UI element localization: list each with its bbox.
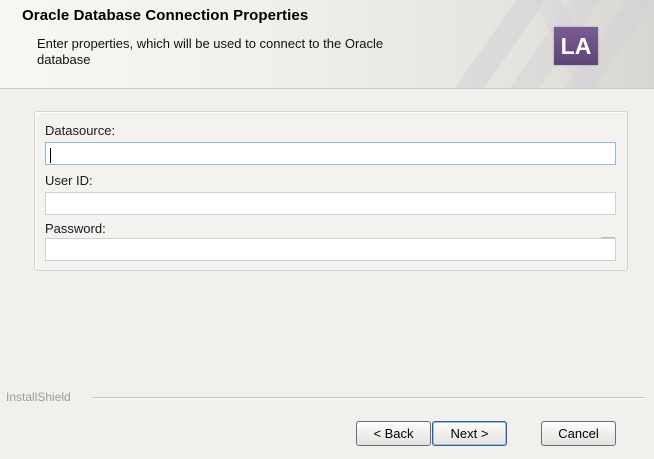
password-input[interactable] <box>45 238 616 261</box>
installshield-brand: InstallShield <box>6 390 71 404</box>
page-title: Oracle Database Connection Properties <box>22 7 309 24</box>
footer-divider <box>93 397 645 399</box>
datasource-input[interactable] <box>45 142 616 165</box>
dialog-header: Oracle Database Connection Properties En… <box>0 0 654 89</box>
cancel-button[interactable]: Cancel <box>541 421 616 446</box>
header-decoration <box>444 0 654 88</box>
text-cursor <box>50 148 51 163</box>
next-button[interactable]: Next > <box>432 421 507 446</box>
product-logo: LA <box>554 27 598 65</box>
user-id-label: User ID: <box>45 173 93 188</box>
user-id-input[interactable] <box>45 192 616 215</box>
page-subtitle: Enter properties, which will be used to … <box>37 36 384 67</box>
password-label: Password: <box>45 221 106 236</box>
password-field-mark <box>601 237 615 238</box>
back-button[interactable]: < Back <box>356 421 431 446</box>
datasource-label: Datasource: <box>45 123 116 138</box>
